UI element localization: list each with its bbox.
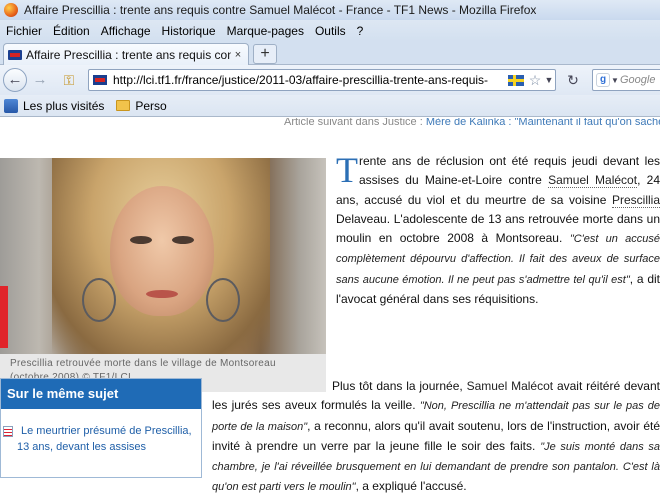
folder-icon [116,100,131,111]
next-article-line: Article suivant dans Justice : Mère de K… [284,118,660,128]
related-articles-box: Sur le même sujet Le meurtrier présumé d… [0,378,202,478]
firefox-logo-icon [4,3,18,17]
google-engine-icon[interactable]: g [596,73,610,87]
related-link[interactable]: Le meurtrier présumé de Prescillia, 13 a… [17,425,192,453]
search-input[interactable]: Google [620,74,655,86]
tf1-favicon-icon [8,49,22,60]
link-samuel-malecot[interactable]: Samuel Malécot [548,173,638,189]
most-visited-icon [4,98,18,113]
p2-text-4: , a expliqué l'accusé. [355,479,467,494]
next-article-prefix: Article suivant dans Justice : [284,118,423,128]
article-paragraph-2: Plus tôt dans la journée, Samuel Malécot… [212,377,660,496]
url-input[interactable]: http://lci.tf1.fr/france/justice/2011-03… [113,73,505,87]
key-icon[interactable]: ⚿ [58,70,80,90]
photo-mouth [146,290,178,298]
window-title: Affaire Prescillia : trente ans requis c… [24,3,537,17]
next-article-link-2[interactable]: "Maintenant il faut qu'on sache" [515,118,660,128]
window-titlebar: Affaire Prescillia : trente ans requis c… [0,0,660,20]
article-photo [0,158,326,354]
page-content: Article suivant dans Justice : Mère de K… [0,118,660,496]
photo-eye-left [130,236,152,244]
p2-author-link[interactable]: Samuel Malécot [467,379,554,393]
photo-earring-right [206,278,240,322]
menu-historique[interactable]: Historique [162,24,216,38]
menu-help[interactable]: ? [357,24,364,38]
url-dropdown-icon[interactable]: ▼ [543,75,555,85]
bookmark-star-icon[interactable]: ☆ [527,72,543,89]
swedish-flag-icon [508,74,524,86]
search-engine-dropdown-icon[interactable]: ▼ [610,76,620,85]
menu-fichier[interactable]: Fichier [6,24,42,38]
link-prescillia[interactable]: Prescillia [611,192,660,208]
reload-icon[interactable]: ↻ [562,70,584,90]
next-article-link-1[interactable]: Mère de Kalinka : [426,118,512,128]
photo-eye-right [172,236,194,244]
p2-text-1: Plus tôt dans la journée, [332,379,467,393]
menu-affichage[interactable]: Affichage [101,24,151,38]
article-paragraph-1: Trente ans de réclusion ont été requis j… [336,152,660,309]
search-box[interactable]: g ▼ Google [592,69,660,91]
tab-bar: Affaire Prescillia : trente ans requis c… [0,41,660,65]
tab-label: Affaire Prescillia : trente ans requis c… [26,47,231,62]
bookmark-most-visited[interactable]: Les plus visités [23,99,104,113]
photo-earring-left [82,278,116,322]
new-tab-button[interactable]: + [253,44,277,64]
drop-cap: T [336,150,358,190]
related-item[interactable]: Le meurtrier présumé de Prescillia, 13 a… [1,409,201,455]
menu-outils[interactable]: Outils [315,24,346,38]
photo-red-strip [0,286,8,348]
tab-active[interactable]: Affaire Prescillia : trente ans requis c… [3,43,249,65]
navigation-toolbar: ← → ⚿ http://lci.tf1.fr/france/justice/2… [0,65,660,95]
menu-marque-pages[interactable]: Marque-pages [227,24,304,38]
back-arrow-icon[interactable]: ← [3,68,27,92]
menu-bar: Fichier Édition Affichage Historique Mar… [0,20,660,41]
tab-close-icon[interactable]: × [231,49,245,61]
related-heading: Sur le même sujet [1,379,201,409]
forward-arrow-icon[interactable]: → [30,70,50,90]
bookmark-perso[interactable]: Perso [135,99,166,113]
url-bar[interactable]: http://lci.tf1.fr/france/justice/2011-03… [88,69,556,91]
menu-edition[interactable]: Édition [53,24,90,38]
url-favicon-icon [93,75,107,85]
article-list-icon [3,426,13,437]
bookmarks-toolbar: Les plus visités Perso [0,95,660,117]
